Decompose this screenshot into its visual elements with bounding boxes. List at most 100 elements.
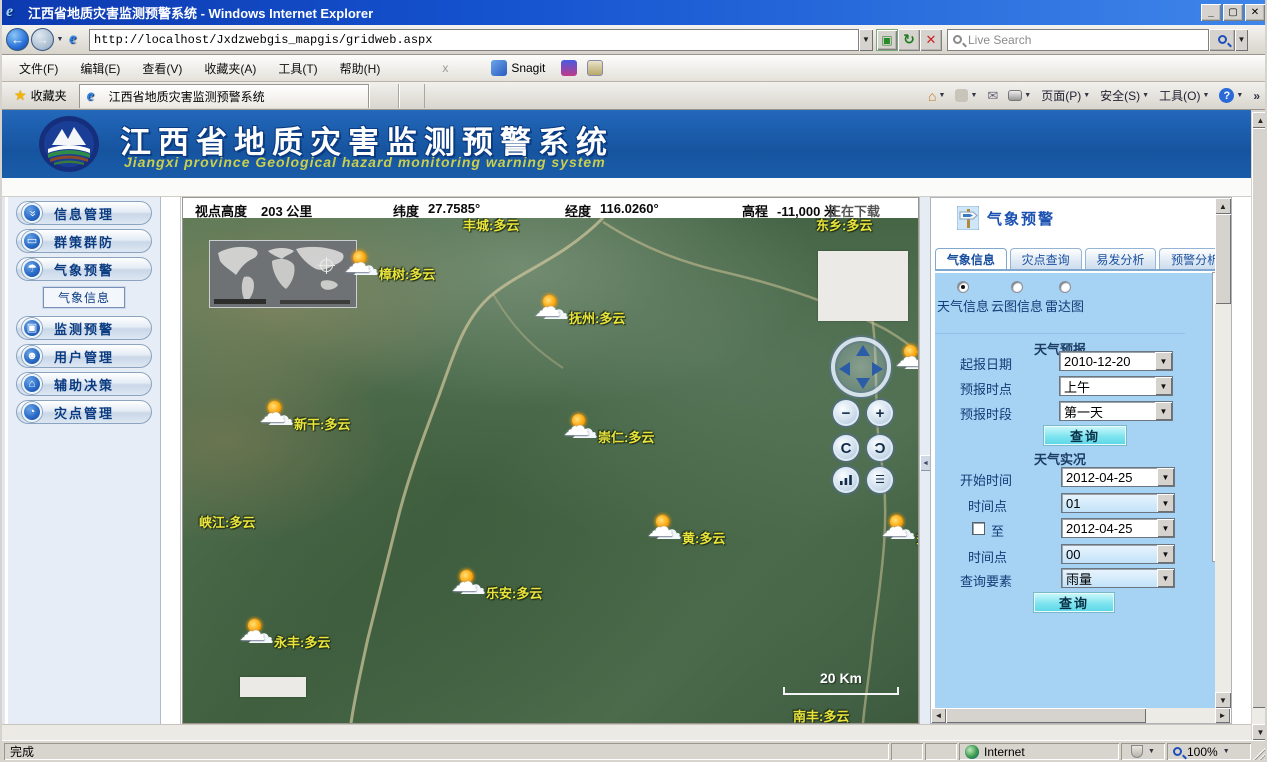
help-button[interactable]: ?▼ xyxy=(1214,85,1248,106)
panel-splitter[interactable]: ◄ xyxy=(919,197,930,724)
scroll-down-icon[interactable]: ▼ xyxy=(1215,692,1231,708)
protected-mode-pane[interactable]: ▼ xyxy=(1121,743,1165,760)
overview-world-map[interactable] xyxy=(209,240,357,308)
rotate-cw-button[interactable]: Ɔ xyxy=(867,435,893,461)
snagit-edit-icon[interactable] xyxy=(587,60,603,76)
weather-marker[interactable]: ☁ 黄:多云 xyxy=(649,518,725,547)
end-date-select[interactable]: 2012-04-25▼ xyxy=(1061,518,1175,538)
favorites-button[interactable]: ★ 收藏夹 xyxy=(6,84,75,107)
weather-marker[interactable]: ☁ 樟树:多云 xyxy=(346,254,435,283)
search-input[interactable]: Live Search xyxy=(947,29,1209,51)
actual-query-button[interactable]: 查询 xyxy=(1034,593,1114,612)
radio-icon[interactable] xyxy=(957,281,969,293)
weather-marker[interactable]: ☁ 乐安:多云 xyxy=(453,573,542,602)
pan-down-icon[interactable] xyxy=(856,378,870,389)
start-hour-select[interactable]: 01▼ xyxy=(1061,493,1175,513)
toolbar-overflow-chevron[interactable]: » xyxy=(1248,86,1265,106)
sidebar-item-decision-support[interactable]: ⌂ 辅助决策 xyxy=(16,372,152,396)
panel-horizontal-scrollbar[interactable]: ◄ ► xyxy=(931,708,1231,723)
forecast-date-select[interactable]: 2010-12-20▼ xyxy=(1059,351,1173,371)
close-button[interactable]: ✕ xyxy=(1245,4,1265,21)
scroll-left-icon[interactable]: ◄ xyxy=(931,708,946,723)
sidebar-item-weather-warning[interactable]: ☂ 气象预警 xyxy=(16,257,152,281)
weather-marker[interactable]: ☁ 新干:多云 xyxy=(261,404,350,433)
history-dropdown-icon[interactable]: ▼ xyxy=(54,31,66,49)
chevron-down-icon[interactable]: ▼ xyxy=(1223,748,1230,755)
tab-hazard-query[interactable]: 灾点查询 xyxy=(1010,248,1082,269)
print-button[interactable]: ▼ xyxy=(1003,87,1036,104)
pan-up-icon[interactable] xyxy=(856,345,870,356)
weather-marker[interactable]: 峡江:多云 xyxy=(199,512,255,531)
home-button[interactable]: ⌂▼ xyxy=(923,85,950,107)
pan-right-icon[interactable] xyxy=(872,362,883,376)
forward-button[interactable]: → xyxy=(31,28,54,51)
snagit-icon[interactable] xyxy=(491,60,507,76)
search-go-button[interactable] xyxy=(1209,29,1235,51)
weather-marker[interactable]: ☁ 多云 xyxy=(897,348,918,377)
radio-weather-info[interactable]: 天气信息 xyxy=(937,281,989,315)
layers-button[interactable]: ☰ xyxy=(867,467,893,493)
sidebar-subitem-weather-info[interactable]: 气象信息 xyxy=(43,287,125,308)
weather-marker[interactable]: ☁ 抚州:多云 xyxy=(536,298,625,327)
scrollbar-thumb[interactable] xyxy=(1215,214,1231,304)
back-button[interactable]: ← xyxy=(6,28,29,51)
pan-left-icon[interactable] xyxy=(839,362,850,376)
sidebar-item-hazard-point-mgmt[interactable]: ◔ 灾点管理 xyxy=(16,400,152,424)
scroll-up-icon[interactable]: ▲ xyxy=(1215,198,1231,214)
zoom-in-button[interactable]: + xyxy=(867,400,893,426)
menu-tools[interactable]: 工具(T) xyxy=(269,57,326,80)
url-dropdown-icon[interactable]: ▼ xyxy=(859,29,873,51)
map-canvas[interactable]: 丰城:多云 东乡:多云 ☁ 樟树:多云 ☁ 抚州:多云 xyxy=(183,218,918,723)
stop-icon[interactable]: ✕ xyxy=(920,29,942,51)
page-vertical-scrollbar[interactable]: ▲ ▼ xyxy=(1252,112,1267,740)
feeds-button[interactable]: ▼ xyxy=(950,86,982,105)
refresh-icon[interactable]: ↻ xyxy=(898,29,920,51)
start-date-select[interactable]: 2012-04-25▼ xyxy=(1061,467,1175,487)
sidebar-item-user-mgmt[interactable]: ☻ 用户管理 xyxy=(16,344,152,368)
radio-icon[interactable] xyxy=(1011,281,1023,293)
security-menu[interactable]: 安全(S)▼ xyxy=(1095,84,1154,107)
zoom-out-button[interactable]: − xyxy=(833,400,859,426)
search-options-dropdown-icon[interactable]: ▼ xyxy=(1235,29,1248,51)
tilt-bars-button[interactable] xyxy=(833,467,859,493)
radio-cloud-image[interactable]: 云图信息 xyxy=(991,281,1043,315)
weather-marker[interactable]: 丰城:多云 xyxy=(463,218,519,234)
snagit-capture-icon[interactable] xyxy=(561,60,577,76)
tab-weather-info[interactable]: 气象信息 xyxy=(935,248,1007,269)
scroll-up-icon[interactable]: ▲ xyxy=(1252,112,1267,128)
resize-grip[interactable] xyxy=(1253,746,1267,760)
scrollbar-thumb[interactable] xyxy=(1252,128,1267,708)
weather-marker[interactable]: 南丰:多云 xyxy=(793,706,849,723)
minimize-button[interactable]: _ xyxy=(1201,4,1221,21)
forecast-time-select[interactable]: 上午▼ xyxy=(1059,376,1173,396)
chevron-down-icon[interactable]: ▼ xyxy=(1148,748,1155,755)
tools-menu[interactable]: 工具(O)▼ xyxy=(1154,84,1214,107)
rotate-ccw-button[interactable]: C xyxy=(833,435,859,461)
scroll-right-icon[interactable]: ► xyxy=(1215,708,1230,723)
weather-marker[interactable]: ☁ 永丰:多云 xyxy=(241,622,330,651)
query-element-select[interactable]: 雨量▼ xyxy=(1061,568,1175,588)
forecast-period-select[interactable]: 第一天▼ xyxy=(1059,401,1173,421)
sidebar-item-monitor-warning[interactable]: ▣ 监测预警 xyxy=(16,316,152,340)
end-hour-select[interactable]: 00▼ xyxy=(1061,544,1175,564)
menu-favorites[interactable]: 收藏夹(A) xyxy=(195,57,265,80)
read-mail-icon[interactable]: ✉ xyxy=(982,85,1003,107)
new-tab-stub[interactable] xyxy=(369,84,399,108)
panel-vertical-scrollbar[interactable]: ▲ ▼ xyxy=(1215,198,1231,708)
forecast-query-button[interactable]: 查询 xyxy=(1044,426,1126,445)
snagit-label[interactable]: Snagit xyxy=(511,61,545,75)
scrollbar-thumb[interactable] xyxy=(946,708,1146,723)
menu-view[interactable]: 查看(V) xyxy=(133,57,191,80)
weather-marker[interactable]: ☁ 多云 xyxy=(883,518,918,547)
menu-file[interactable]: 文件(F) xyxy=(10,57,67,80)
tab-susceptibility-analysis[interactable]: 易发分析 xyxy=(1085,248,1157,269)
pan-compass-control[interactable] xyxy=(831,337,891,397)
zoom-level-pane[interactable]: 100% ▼ xyxy=(1167,743,1251,760)
url-input[interactable]: http://localhost/Jxdzwebgis_mapgis/gridw… xyxy=(89,29,859,51)
sidebar-item-group-prevention[interactable]: ▭ 群策群防 xyxy=(16,229,152,253)
browser-tab[interactable]: e 江西省地质灾害监测预警系统 xyxy=(79,84,369,108)
radio-icon[interactable] xyxy=(1059,281,1071,293)
page-horizontal-scrollbar[interactable] xyxy=(2,724,1251,740)
weather-marker[interactable]: ☁ 崇仁:多云 xyxy=(565,417,654,446)
scroll-down-icon[interactable]: ▼ xyxy=(1252,724,1267,740)
